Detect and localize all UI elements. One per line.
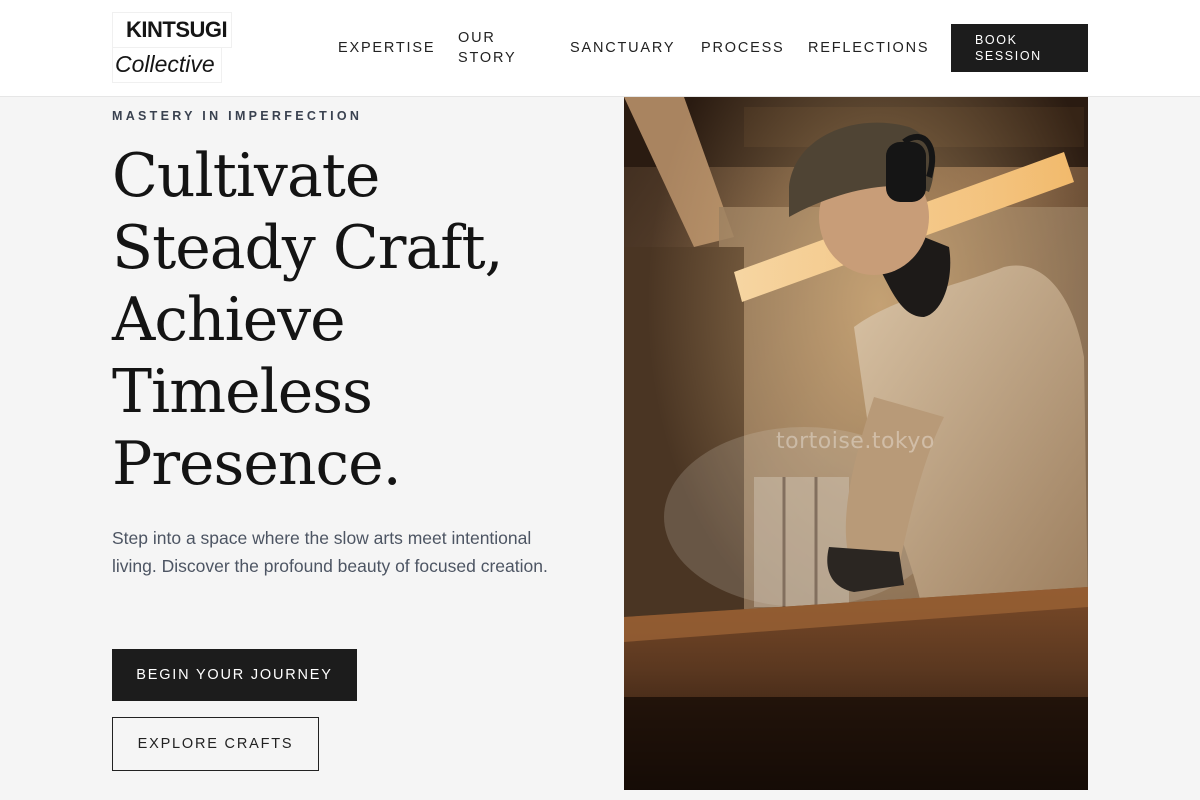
hero-description: Step into a space where the slow arts me… [112, 528, 548, 576]
hero-photo: tortoise.tokyo [624, 97, 1088, 790]
headline-line: Steady Craft, [112, 213, 504, 283]
nav-item-sanctuary[interactable]: SANCTUARY [570, 38, 675, 58]
headline-line: Cultivate [112, 141, 380, 211]
nav-item-expertise[interactable]: EXPERTISE [338, 38, 435, 58]
brand-name-line2: Collective [112, 47, 222, 83]
nav-item-our-story[interactable]: OUR STORY [458, 28, 528, 68]
brand-logo[interactable]: KINTSUGI Collective [112, 12, 236, 84]
brand-name-line1: KINTSUGI [112, 12, 232, 48]
headline-line: Presence. [112, 429, 402, 499]
headline-line: Timeless [112, 357, 373, 427]
site-header: KINTSUGI Collective EXPERTISE OUR STORY … [0, 0, 1200, 97]
headline-line: Achieve [112, 285, 346, 355]
photo-watermark: tortoise.tokyo [776, 429, 935, 454]
nav-item-process[interactable]: PROCESS [701, 38, 785, 58]
book-session-button[interactable]: BOOK SESSION [951, 24, 1088, 72]
nav-item-reflections[interactable]: REFLECTIONS [808, 38, 929, 58]
begin-journey-button[interactable]: BEGIN YOUR JOURNEY [112, 649, 357, 701]
hero-headline: Cultivate Steady Craft, Achieve Timeless… [112, 140, 592, 500]
explore-crafts-button[interactable]: EXPLORE CRAFTS [112, 717, 319, 771]
hero-eyebrow: MASTERY IN IMPERFECTION [112, 109, 363, 123]
